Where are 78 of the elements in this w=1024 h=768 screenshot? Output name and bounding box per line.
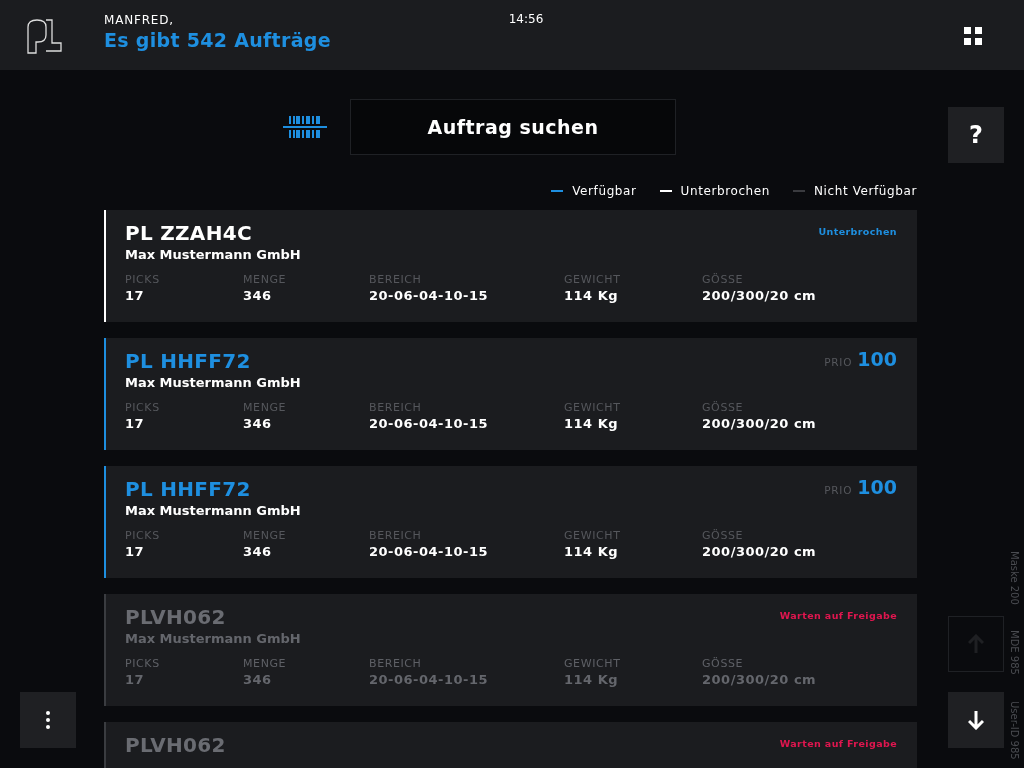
- legend-label: Nicht Verfügbar: [814, 184, 917, 198]
- field-label: BEREICH: [369, 529, 423, 543]
- field-value: 346: [243, 543, 273, 561]
- help-button[interactable]: ?: [948, 107, 1004, 163]
- prio-label: PRIO: [824, 356, 853, 368]
- field-label: MENGE: [243, 529, 288, 543]
- order-count-title: Es gibt 542 Aufträge: [104, 28, 332, 52]
- field-value: 114 Kg: [564, 287, 620, 305]
- field-label: GÖSSE: [702, 401, 745, 415]
- company-name: Max Mustermann GmbH: [125, 503, 302, 519]
- field-value: 20-06-04-10-15: [369, 287, 490, 305]
- order-number: PL ZZAH4C: [125, 220, 252, 246]
- company-name: Max Mustermann GmbH: [125, 375, 302, 391]
- field-label: GEWICHT: [564, 657, 622, 671]
- field-label: GEWICHT: [564, 529, 622, 543]
- field-label: PICKS: [125, 529, 161, 543]
- field-value: 114 Kg: [564, 671, 620, 689]
- barcode-scan-icon[interactable]: [283, 116, 327, 138]
- field-value: 20-06-04-10-15: [369, 543, 490, 561]
- field-label: MENGE: [243, 273, 288, 287]
- prio-label: PRIO: [824, 484, 853, 496]
- field-label: MENGE: [243, 657, 288, 671]
- field-value: 17: [125, 415, 146, 433]
- device-info: MDE 985: [1008, 630, 1020, 676]
- order-card[interactable]: PLVH062 Warten auf Freigabe Max Mustermann GmbH PICKS 17 MENGE 346 BEREICH 20-06-04-10-15 GEWICHT 114 Kg GÖSSE 200/300/20 cm: [104, 594, 917, 706]
- prio-value: 100: [857, 348, 897, 370]
- clock-time: 14:56: [508, 11, 544, 26]
- field-value: 17: [125, 287, 146, 305]
- search-order-button[interactable]: Auftrag suchen: [350, 99, 676, 155]
- field-label: PICKS: [125, 273, 161, 287]
- field-value: 20-06-04-10-15: [369, 671, 490, 689]
- field-label: GÖSSE: [702, 529, 745, 543]
- field-label: GEWICHT: [564, 401, 622, 415]
- field-label: BEREICH: [369, 401, 423, 415]
- company-name: Max Mustermann GmbH: [125, 631, 302, 647]
- field-label: MENGE: [243, 401, 288, 415]
- order-number: PL HHFF72: [125, 348, 251, 374]
- order-card[interactable]: PL HHFF72 PRIO 100 Max Mustermann GmbH PICKS 17 MENGE 346 BEREICH 20-06-04-10-15 GEWICHT 114 Kg GÖSSE 200/300/20 cm: [104, 338, 917, 450]
- user-greeting: MANFRED,: [104, 13, 175, 28]
- order-status: Unterbrochen: [818, 226, 897, 237]
- legend-label: Verfügbar: [572, 184, 637, 198]
- order-status: Warten auf Freigabe: [779, 610, 897, 621]
- field-value: 346: [243, 415, 273, 433]
- logo-icon: [26, 17, 63, 54]
- arrow-down-icon: [968, 710, 984, 730]
- field-label: GÖSSE: [702, 273, 745, 287]
- field-label: BEREICH: [369, 657, 423, 671]
- prio-value: 100: [857, 476, 897, 498]
- order-card[interactable]: PL HHFF72 PRIO 100 Max Mustermann GmbH PICKS 17 MENGE 346 BEREICH 20-06-04-10-15 GEWICHT 114 Kg GÖSSE 200/300/20 cm: [104, 466, 917, 578]
- field-value: 200/300/20 cm: [702, 287, 818, 305]
- device-info: Maske 200: [1008, 550, 1020, 605]
- field-value: 114 Kg: [564, 543, 620, 561]
- field-label: PICKS: [125, 657, 161, 671]
- field-label: GEWICHT: [564, 273, 622, 287]
- field-value: 200/300/20 cm: [702, 415, 818, 433]
- order-card[interactable]: PL ZZAH4C Unterbrochen Max Mustermann GmbH PICKS 17 MENGE 346 BEREICH 20-06-04-10-15 GEWICHT 114 Kg GÖSSE 200/300/20 cm: [104, 210, 917, 322]
- order-number: PLVH062: [125, 604, 226, 630]
- apps-grid-icon[interactable]: [964, 27, 982, 45]
- field-value: 114 Kg: [564, 415, 620, 433]
- field-value: 17: [125, 543, 146, 561]
- scroll-down-button[interactable]: [948, 692, 1004, 748]
- field-value: 200/300/20 cm: [702, 671, 818, 689]
- field-label: BEREICH: [369, 273, 423, 287]
- company-name: Max Mustermann GmbH: [125, 247, 302, 263]
- order-status: Warten auf Freigabe: [779, 738, 897, 749]
- device-info: User-ID 985: [1008, 701, 1020, 760]
- field-label: GÖSSE: [702, 657, 745, 671]
- order-card[interactable]: PLVH062 Warten auf Freigabe: [104, 722, 917, 768]
- field-value: 200/300/20 cm: [702, 543, 818, 561]
- field-value: 17: [125, 671, 146, 689]
- field-value: 20-06-04-10-15: [369, 415, 490, 433]
- field-value: 346: [243, 671, 273, 689]
- more-vertical-icon: [46, 711, 50, 729]
- order-number: PL HHFF72: [125, 476, 251, 502]
- field-value: 346: [243, 287, 273, 305]
- legend-label: Unterbrochen: [680, 184, 770, 198]
- field-label: PICKS: [125, 401, 161, 415]
- order-number: PLVH062: [125, 732, 226, 758]
